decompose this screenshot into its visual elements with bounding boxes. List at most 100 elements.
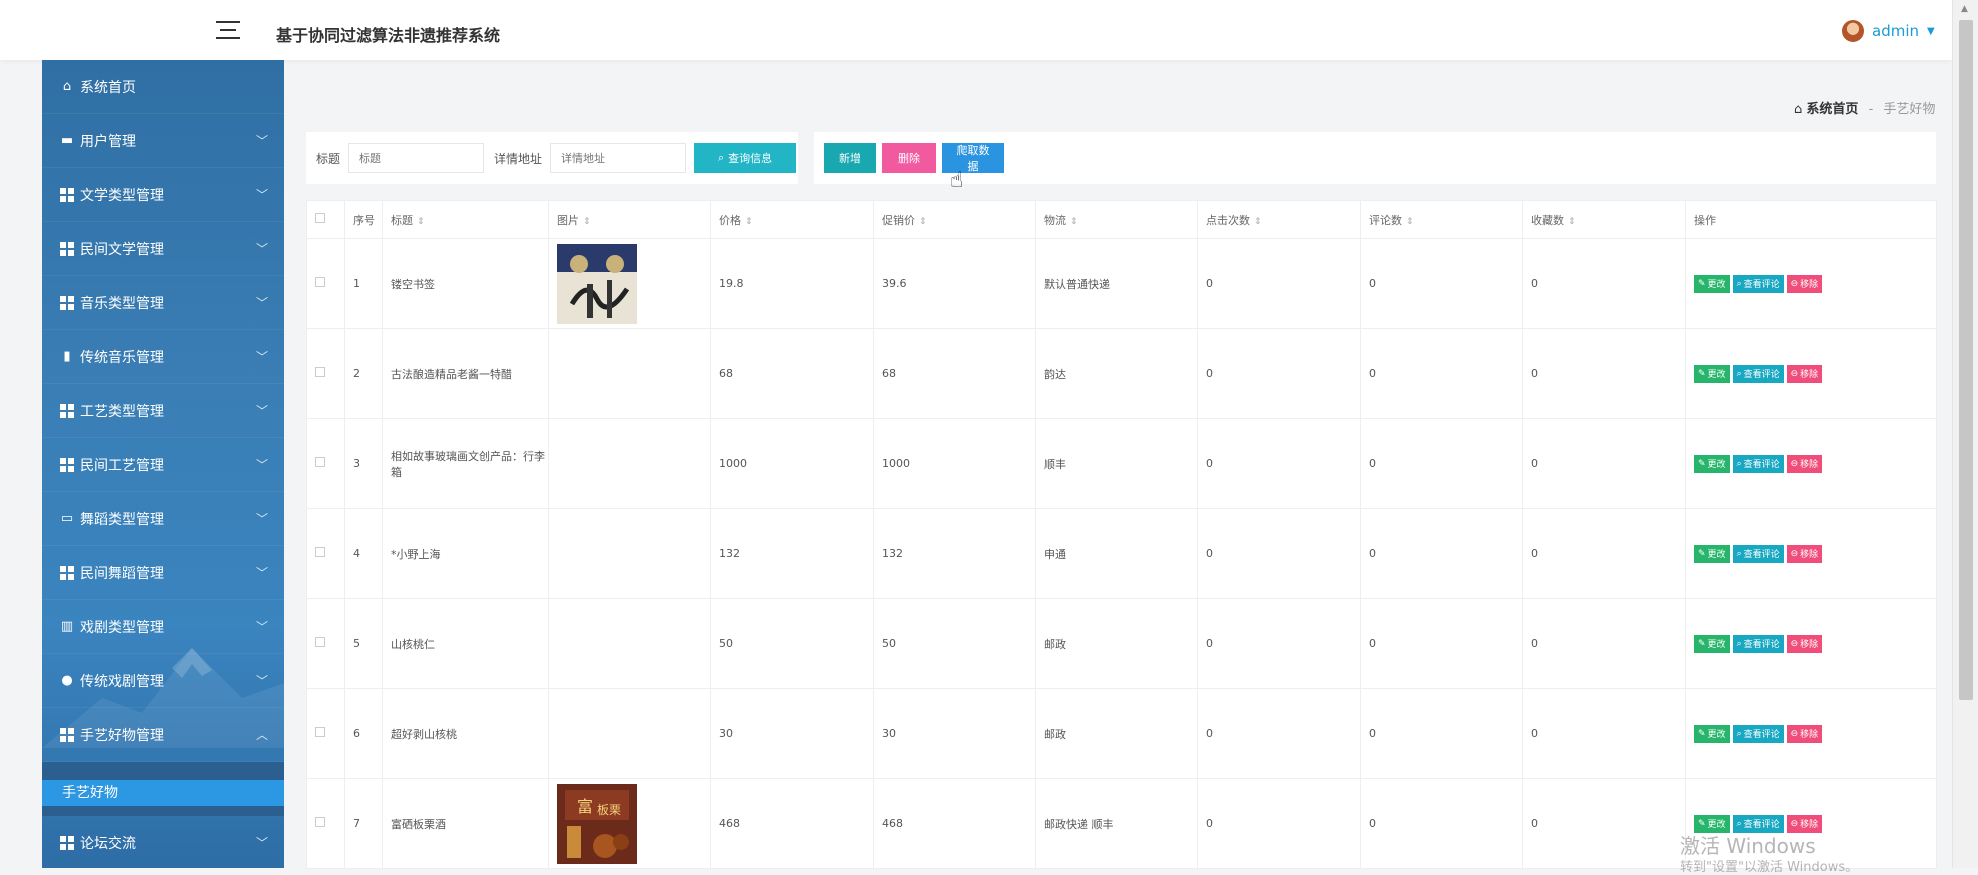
sidebar-item[interactable]: ▬ 用户管理 ﹀ — [42, 114, 284, 168]
row-checkbox[interactable] — [315, 727, 325, 737]
monitor-icon: ▭ — [60, 511, 74, 526]
row-checkbox[interactable] — [315, 367, 325, 377]
column-header[interactable]: 点击次数 ⇕ — [1197, 200, 1361, 239]
remove-button[interactable]: ⊖ 移除 — [1786, 724, 1823, 743]
sort-icon[interactable]: ⇕ — [919, 217, 927, 227]
sort-icon[interactable]: ⇕ — [745, 217, 753, 227]
row-title: 相如故事玻璃画文创产品：行李箱 — [382, 418, 549, 509]
sidebar-item[interactable]: 音乐类型管理 ﹀ — [42, 276, 284, 330]
sidebar-item[interactable]: ▥ 戏剧类型管理 ﹀ — [42, 600, 284, 654]
sidebar-item[interactable]: ▮ 传统音乐管理 ﹀ — [42, 330, 284, 384]
row-image-cell — [548, 598, 711, 689]
table-row[interactable]: 5 山核桃仁 50 50 邮政 0 0 0 ✎ 更改 ⌕ 查看评论 ⊖ 移除 — [306, 598, 1937, 689]
sidebar-item[interactable]: 民间舞蹈管理 ﹀ — [42, 546, 284, 600]
column-header: 序号 — [344, 200, 383, 239]
scroll-thumb[interactable] — [1959, 20, 1973, 700]
chevron-down-icon: ﹀ — [255, 674, 268, 688]
view-comments-button[interactable]: ⌕ 查看评论 — [1732, 364, 1784, 383]
row-sale-price: 132 — [873, 508, 1036, 599]
view-comments-button[interactable]: ⌕ 查看评论 — [1732, 724, 1784, 743]
chevron-down-icon: ﹀ — [255, 188, 268, 202]
row-checkbox[interactable] — [315, 817, 325, 827]
sidebar-item[interactable]: 文学类型管理 ﹀ — [42, 168, 284, 222]
sidebar-item[interactable]: 民间文学管理 ﹀ — [42, 222, 284, 276]
row-comments: 0 — [1360, 598, 1523, 689]
breadcrumb-home[interactable]: 系统首页 — [1806, 102, 1858, 117]
search-button[interactable]: ⌕ 查询信息 — [694, 143, 797, 173]
scroll-up-icon[interactable]: ▲ — [1961, 4, 1968, 14]
column-header[interactable]: 收藏数 ⇕ — [1522, 200, 1686, 239]
sidebar-item-label: 文学类型管理 — [80, 187, 164, 204]
table-row[interactable]: 3 相如故事玻璃画文创产品：行李箱 1000 1000 顺丰 0 0 0 ✎ 更改 ⌕ 查看评论 ⊖ 移除 — [306, 418, 1937, 509]
submenu-item-handicraft[interactable]: 手艺好物 — [42, 780, 284, 806]
column-header[interactable]: 促销价 ⇕ — [873, 200, 1036, 239]
table-row[interactable]: 6 超好剥山核桃 30 30 邮政 0 0 0 ✎ 更改 ⌕ 查看评论 ⊖ 移除 — [306, 688, 1937, 779]
remove-button[interactable]: ⊖ 移除 — [1786, 454, 1823, 473]
sort-icon[interactable]: ⇕ — [1406, 217, 1414, 227]
edit-button[interactable]: ✎ 更改 — [1694, 634, 1730, 653]
column-header[interactable]: 标题 ⇕ — [382, 200, 549, 239]
page-scrollbar[interactable]: ▲ — [1952, 0, 1978, 868]
table-row[interactable]: 4 *小野上海 132 132 申通 0 0 0 ✎ 更改 ⌕ 查看评论 ⊖ 移除 — [306, 508, 1937, 599]
table-row[interactable]: 2 古法酿造精品老酱一特醋 68 68 韵达 0 0 0 ✎ 更改 ⌕ 查看评论 ⊖ 移除 — [306, 328, 1937, 419]
hand-cursor-icon: ☝ — [950, 168, 964, 193]
table-row[interactable]: 1 镂空书签 19.8 39.6 默认普通快递 0 0 0 ✎ 更改 ⌕ 查看评论 ⊖ 移除 — [306, 238, 1937, 329]
sort-icon[interactable]: ⇕ — [417, 217, 425, 227]
row-image-cell — [548, 688, 711, 779]
select-all-checkbox[interactable] — [315, 213, 325, 223]
remove-button[interactable]: ⊖ 移除 — [1786, 544, 1823, 563]
sidebar-item[interactable]: 手艺好物管理 ︿ — [42, 708, 284, 762]
username: admin — [1872, 22, 1919, 40]
delete-button[interactable]: 删除 — [882, 143, 936, 173]
view-comments-button[interactable]: ⌕ 查看评论 — [1732, 274, 1784, 293]
chevron-up-icon: ︿ — [255, 728, 268, 742]
edit-button[interactable]: ✎ 更改 — [1694, 274, 1730, 293]
search-icon: ⌕ — [1736, 818, 1742, 829]
edit-button[interactable]: ✎ 更改 — [1694, 454, 1730, 473]
row-checkbox[interactable] — [315, 637, 325, 647]
row-price: 19.8 — [710, 238, 874, 329]
column-header[interactable]: 评论数 ⇕ — [1360, 200, 1523, 239]
column-header[interactable]: 价格 ⇕ — [710, 200, 874, 239]
view-comments-button[interactable]: ⌕ 查看评论 — [1732, 634, 1784, 653]
remove-button[interactable]: ⊖ 移除 — [1786, 274, 1823, 293]
remove-circle-icon: ⊖ — [1790, 548, 1799, 559]
sort-icon[interactable]: ⇕ — [583, 217, 591, 227]
sidebar-item-forum[interactable]: 论坛交流 ﹀ — [42, 816, 284, 868]
data-table-panel: 序号 标题 ⇕ 图片 ⇕ 价格 ⇕ 促销价 ⇕ 物流 ⇕ 点击次数 ⇕ 评论数 ⇕ 收藏数 ⇕ … — [306, 200, 1937, 869]
sidebar-item[interactable]: 工艺类型管理 ﹀ — [42, 384, 284, 438]
user-menu[interactable]: admin ▼ — [1842, 20, 1935, 42]
row-checkbox[interactable] — [315, 547, 325, 557]
edit-button[interactable]: ✎ 更改 — [1694, 724, 1730, 743]
view-comments-button[interactable]: ⌕ 查看评论 — [1732, 454, 1784, 473]
remove-button[interactable]: ⊖ 移除 — [1786, 634, 1823, 653]
chevron-down-icon: ﹀ — [255, 242, 268, 256]
row-checkbox[interactable] — [315, 457, 325, 467]
search-icon: ⌕ — [1736, 278, 1742, 289]
edit-button[interactable]: ✎ 更改 — [1694, 544, 1730, 563]
sidebar-item[interactable]: ▭ 舞蹈类型管理 ﹀ — [42, 492, 284, 546]
sort-icon[interactable]: ⇕ — [1070, 217, 1078, 227]
sidebar-item[interactable]: ● 传统戏剧管理 ﹀ — [42, 654, 284, 708]
row-checkbox[interactable] — [315, 277, 325, 287]
edit-button[interactable]: ✎ 更改 — [1694, 364, 1730, 383]
svg-text:板栗: 板栗 — [597, 803, 621, 817]
row-sale-price: 50 — [873, 598, 1036, 689]
sort-icon[interactable]: ⇕ — [1568, 217, 1576, 227]
view-comments-button[interactable]: ⌕ 查看评论 — [1732, 544, 1784, 563]
row-comments: 0 — [1360, 238, 1523, 329]
column-header[interactable]: 图片 ⇕ — [548, 200, 711, 239]
sidebar-item[interactable]: ⌂ 系统首页 — [42, 60, 284, 114]
sort-icon[interactable]: ⇕ — [1254, 217, 1262, 227]
sidebar-item[interactable]: 民间工艺管理 ﹀ — [42, 438, 284, 492]
menu-toggle-icon[interactable] — [216, 21, 240, 39]
column-header[interactable]: 物流 ⇕ — [1035, 200, 1198, 239]
remove-button[interactable]: ⊖ 移除 — [1786, 364, 1823, 383]
row-favorites: 0 — [1522, 598, 1686, 689]
url-search-input[interactable] — [550, 143, 687, 173]
pencil-icon: ✎ — [1698, 818, 1706, 829]
add-button[interactable]: 新增 — [824, 143, 876, 173]
row-actions: ✎ 更改 ⌕ 查看评论 ⊖ 移除 — [1685, 418, 1937, 509]
row-actions: ✎ 更改 ⌕ 查看评论 ⊖ 移除 — [1685, 688, 1937, 779]
title-search-input[interactable] — [348, 143, 485, 173]
